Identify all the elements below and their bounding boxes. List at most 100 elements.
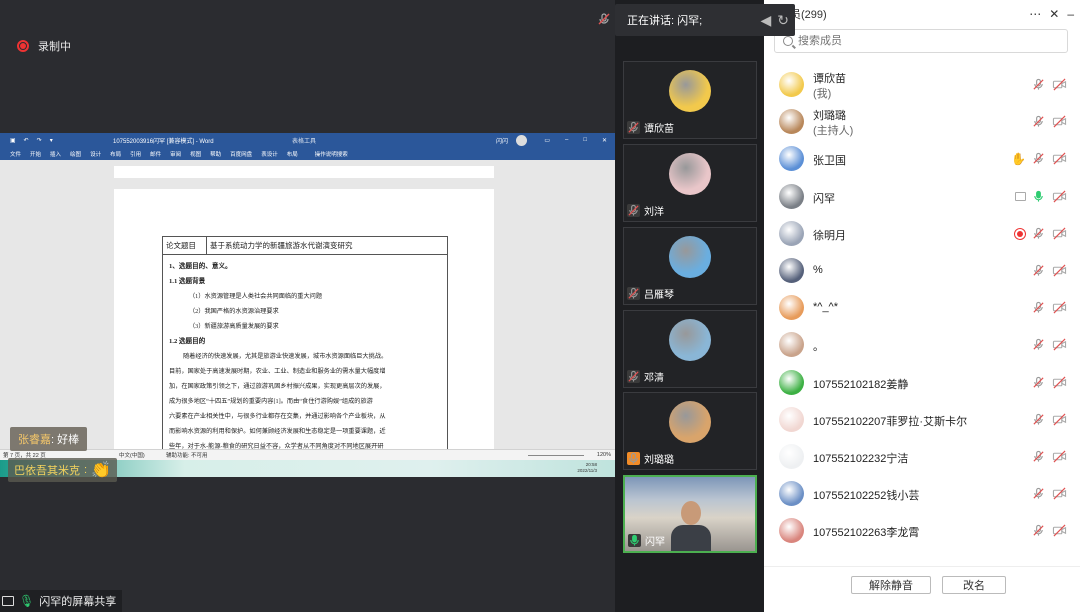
ribbon-options-icon[interactable]: ▭	[544, 137, 550, 144]
ribbon-tab[interactable]: 操作说明搜索	[315, 150, 348, 158]
participant-tile[interactable]: 吕雁琴	[623, 227, 757, 305]
muted-mic-icon[interactable]	[1032, 301, 1046, 315]
member-row[interactable]: 闪罕	[764, 178, 1080, 215]
recording-indicator[interactable]: 录制中	[17, 38, 71, 54]
member-row[interactable]: 107552102252钱小芸	[764, 475, 1080, 512]
muted-mic-icon[interactable]	[1032, 264, 1046, 278]
participant-label: 闪罕	[628, 533, 665, 548]
avatar	[669, 236, 711, 278]
ribbon-tab[interactable]: 设计	[90, 150, 101, 158]
quick-access-toolbar[interactable]: ▣ ↶ ↷ ▾	[0, 137, 53, 144]
member-row[interactable]: 张卫国 ✋	[764, 140, 1080, 177]
camera-off-icon[interactable]	[1052, 190, 1067, 204]
muted-mic-icon[interactable]	[1032, 524, 1046, 538]
member-row[interactable]: %	[764, 252, 1080, 289]
muted-mic-icon[interactable]	[1032, 413, 1046, 427]
camera-off-icon[interactable]	[1052, 152, 1067, 166]
member-row[interactable]: 徐明月	[764, 215, 1080, 252]
word-user-avatar[interactable]	[516, 135, 527, 146]
camera-off-icon[interactable]	[1052, 301, 1067, 315]
more-options-icon[interactable]: ⋯	[1029, 7, 1041, 21]
accessibility-status[interactable]: 辅助功能: 不可用	[166, 451, 208, 459]
close-panel-icon[interactable]: ✕	[1049, 7, 1059, 21]
camera-off-icon[interactable]	[1052, 524, 1067, 538]
raised-hand-icon[interactable]: ✋	[1011, 152, 1026, 166]
member-search-input[interactable]	[798, 35, 1058, 47]
unmute-all-button[interactable]: 解除静音	[851, 576, 931, 594]
zoom-slider[interactable]	[528, 455, 584, 456]
member-row[interactable]: *^_^*	[764, 289, 1080, 326]
participant-tile[interactable]: 谭欣苗	[623, 61, 757, 139]
member-status-icons	[1032, 376, 1067, 390]
muted-mic-icon[interactable]	[1032, 115, 1046, 129]
member-row[interactable]: 107552102232宁洁	[764, 438, 1080, 475]
ribbon-tab[interactable]: 表设计	[261, 150, 278, 158]
maximize-icon[interactable]: □	[583, 137, 587, 144]
ribbon-tab[interactable]: 邮件	[150, 150, 161, 158]
member-search[interactable]	[774, 29, 1068, 53]
camera-off-icon[interactable]	[1052, 487, 1067, 501]
muted-mic-icon[interactable]	[1032, 227, 1046, 241]
muted-mic-icon[interactable]	[597, 12, 611, 26]
camera-off-icon[interactable]	[1052, 115, 1067, 129]
camera-off-icon[interactable]	[1052, 376, 1067, 390]
minimize-icon[interactable]: –	[565, 137, 568, 144]
ribbon-tab[interactable]: 审阅	[170, 150, 181, 158]
close-icon[interactable]: ✕	[602, 137, 607, 144]
participant-tile[interactable]: 邓清	[623, 310, 757, 388]
ribbon-tab[interactable]: 帮助	[210, 150, 221, 158]
muted-mic-icon[interactable]	[1032, 152, 1046, 166]
document-title: 107552003916闪罕 [兼容模式] - Word	[113, 139, 214, 145]
collapse-icon[interactable]: ◀	[760, 12, 771, 29]
save-icon[interactable]: ▣	[10, 137, 16, 144]
camera-off-icon[interactable]	[1052, 264, 1067, 278]
mic-on-icon[interactable]	[1032, 190, 1046, 204]
muted-mic-icon	[627, 370, 640, 383]
muted-mic-icon[interactable]	[1032, 487, 1046, 501]
ribbon-tab[interactable]: 文件	[10, 150, 21, 158]
customize-icon[interactable]: ▾	[50, 137, 53, 144]
camera-off-icon[interactable]	[1052, 450, 1067, 464]
member-name: 闪罕	[813, 192, 835, 205]
member-row[interactable]: 刘璐璐 (主持人)	[764, 103, 1080, 140]
member-row[interactable]: 107552102263李龙霄	[764, 512, 1080, 549]
participant-name: 谭欣苗	[644, 124, 674, 135]
camera-off-icon[interactable]	[1052, 78, 1067, 92]
zoom-level[interactable]: 120%	[597, 452, 611, 458]
muted-mic-icon[interactable]	[1032, 78, 1046, 92]
paragraph-line: 加，在国家政策引领之下，通过旅游巩固乡村振兴成果，实现更高层次的发展，	[169, 383, 386, 390]
muted-mic-icon[interactable]	[1032, 450, 1046, 464]
member-row[interactable]: 107552102182姜静	[764, 364, 1080, 401]
ribbon-tab[interactable]: 引用	[130, 150, 141, 158]
camera-off-icon[interactable]	[1052, 338, 1067, 352]
member-row[interactable]: 谭欣苗 (我)	[764, 66, 1080, 103]
rename-button[interactable]: 改名	[942, 576, 1006, 594]
minimize-panel-icon[interactable]: –	[1067, 7, 1074, 21]
ribbon-tab[interactable]: 绘图	[70, 150, 81, 158]
ribbon-tab[interactable]: 布局	[110, 150, 121, 158]
chat-sender: 张睿嘉	[18, 434, 51, 446]
ribbon-tab[interactable]: 布局	[287, 150, 298, 158]
muted-mic-icon[interactable]	[1032, 376, 1046, 390]
member-row[interactable]: 107552102207菲罗拉·艾斯卡尔	[764, 401, 1080, 438]
taskbar-clock[interactable]: 20:58 2022/11/3	[577, 462, 597, 474]
muted-mic-icon[interactable]	[1032, 338, 1046, 352]
member-row[interactable]: 。	[764, 326, 1080, 363]
participant-tile[interactable]: 刘璐璐	[623, 392, 757, 470]
member-name: 107552102182姜静	[813, 378, 909, 391]
ribbon-tab[interactable]: 视图	[190, 150, 201, 158]
camera-off-icon[interactable]	[1052, 413, 1067, 427]
participant-tile[interactable]: 闪罕	[623, 475, 757, 553]
ribbon-tab[interactable]: 百度网盘	[230, 150, 252, 158]
ribbon-tab[interactable]: 开始	[30, 150, 41, 158]
member-name-block: 谭欣苗 (我)	[813, 72, 846, 102]
language[interactable]: 中文(中国)	[119, 451, 145, 459]
redo-icon[interactable]: ↷	[37, 137, 42, 144]
camera-off-icon[interactable]	[1052, 227, 1067, 241]
muted-mic-icon	[627, 287, 640, 300]
ribbon-tab[interactable]: 插入	[50, 150, 61, 158]
members-count-title: 员(299)	[790, 9, 827, 21]
participant-tile[interactable]: 刘洋	[623, 144, 757, 222]
rotate-icon[interactable]: ↻	[777, 12, 789, 29]
undo-icon[interactable]: ↶	[24, 137, 29, 144]
